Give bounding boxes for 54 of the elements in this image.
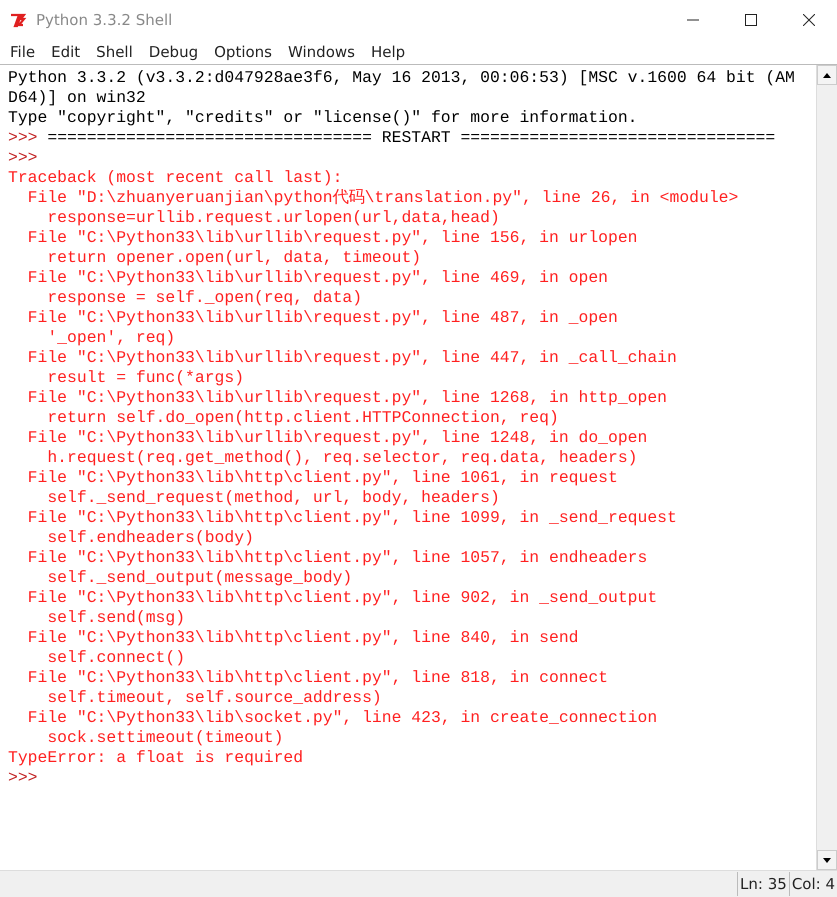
traceback-line: self._send_output(message_body) bbox=[46, 568, 352, 587]
column-number: Col: 4 bbox=[788, 872, 837, 896]
line-number: Ln: 35 bbox=[737, 872, 789, 896]
menu-item[interactable]: Edit bbox=[45, 43, 86, 61]
menu-item[interactable]: Options bbox=[208, 43, 278, 61]
output-line: Python 3.3.2 (v3.3.2:d047928ae3f6, May 16 2013, 00:06:53) [MSC v.1600 64 bit (AM bbox=[8, 68, 795, 87]
traceback-line: self.send(msg) bbox=[46, 608, 186, 627]
traceback-line: File "C:\Python33\lib\socket.py", line 423, in create_connection bbox=[26, 708, 658, 727]
traceback-line: File "C:\Python33\lib\urllib\request.py", line 156, in urlopen bbox=[26, 228, 638, 247]
traceback-line: File "C:\Python33\lib\urllib\request.py", line 1268, in http_open bbox=[26, 388, 668, 407]
traceback-line: File "C:\Python33\lib\urllib\request.py", line 447, in _call_chain bbox=[26, 348, 677, 367]
traceback-line: File "D:\zhuanyeruanjian\python代码\translation.py", line 26, in <module> bbox=[26, 188, 738, 207]
traceback-line: self.endheaders(body) bbox=[46, 528, 254, 547]
traceback-line: sock.settimeout(timeout) bbox=[46, 728, 284, 747]
up-arrow-icon bbox=[823, 72, 831, 78]
maximize-icon[interactable] bbox=[745, 14, 757, 26]
traceback-line: self._send_request(method, url, body, headers) bbox=[46, 488, 500, 507]
shell-prompt: >>> bbox=[8, 148, 38, 167]
traceback-line: Traceback (most recent call last): bbox=[8, 168, 342, 187]
traceback-line: File "C:\Python33\lib\http\client.py", line 818, in connect bbox=[26, 668, 608, 687]
traceback-line: h.request(req.get_method(), req.selector, req.data, headers) bbox=[46, 448, 638, 467]
output-line: D64)] on win32 bbox=[8, 88, 146, 107]
menu-item[interactable]: Help bbox=[364, 43, 412, 61]
restart-text: ================================= RESTART ================================ bbox=[46, 128, 776, 147]
window-title: Python 3.3.2 Shell bbox=[36, 11, 172, 29]
traceback-line: self.timeout, self.source_address) bbox=[46, 688, 382, 707]
traceback-line: File "C:\Python33\lib\http\client.py", line 1061, in request bbox=[26, 468, 618, 487]
traceback-line: File "C:\Python33\lib\urllib\request.py", line 1248, in do_open bbox=[26, 428, 648, 447]
traceback-line: response = self._open(req, data) bbox=[46, 288, 362, 307]
menu-item[interactable]: Debug bbox=[142, 43, 204, 61]
output-line: Type "copyright", "credits" or "license()" for more information. bbox=[8, 108, 638, 127]
traceback-line: File "C:\Python33\lib\urllib\request.py", line 487, in _open bbox=[26, 308, 618, 327]
shell-prompt: >>> bbox=[8, 128, 38, 147]
traceback-line: '_open', req) bbox=[46, 328, 176, 347]
traceback-line: result = func(*args) bbox=[46, 368, 244, 387]
traceback-line: File "C:\Python33\lib\http\client.py", line 902, in _send_output bbox=[26, 588, 658, 607]
down-arrow-icon bbox=[823, 858, 831, 862]
traceback-line: File "C:\Python33\lib\urllib\request.py", line 469, in open bbox=[26, 268, 608, 287]
scroll-up-button[interactable] bbox=[817, 65, 837, 85]
traceback-line: TypeError: a float is required bbox=[8, 748, 304, 767]
traceback-line: File "C:\Python33\lib\http\client.py", line 840, in send bbox=[26, 628, 578, 647]
shell-prompt: >>> bbox=[8, 768, 38, 787]
traceback-line: File "C:\Python33\lib\http\client.py", line 1057, in endheaders bbox=[26, 548, 648, 567]
scrollbar[interactable] bbox=[816, 65, 837, 870]
menu-item[interactable]: Shell bbox=[90, 43, 139, 61]
menu-item[interactable]: File bbox=[4, 43, 42, 61]
menu-item[interactable]: Windows bbox=[282, 43, 361, 61]
traceback-line: return self.do_open(http.client.HTTPConnection, req) bbox=[46, 408, 559, 427]
scroll-down-button[interactable] bbox=[817, 850, 837, 870]
traceback-line: self.connect() bbox=[46, 648, 186, 667]
traceback-line: return opener.open(url, data, timeout) bbox=[46, 248, 422, 267]
close-icon[interactable] bbox=[803, 14, 815, 26]
traceback-line: response=urllib.request.urlopen(url,data,head) bbox=[46, 208, 500, 227]
traceback-line: File "C:\Python33\lib\http\client.py", line 1099, in _send_request bbox=[26, 508, 677, 527]
